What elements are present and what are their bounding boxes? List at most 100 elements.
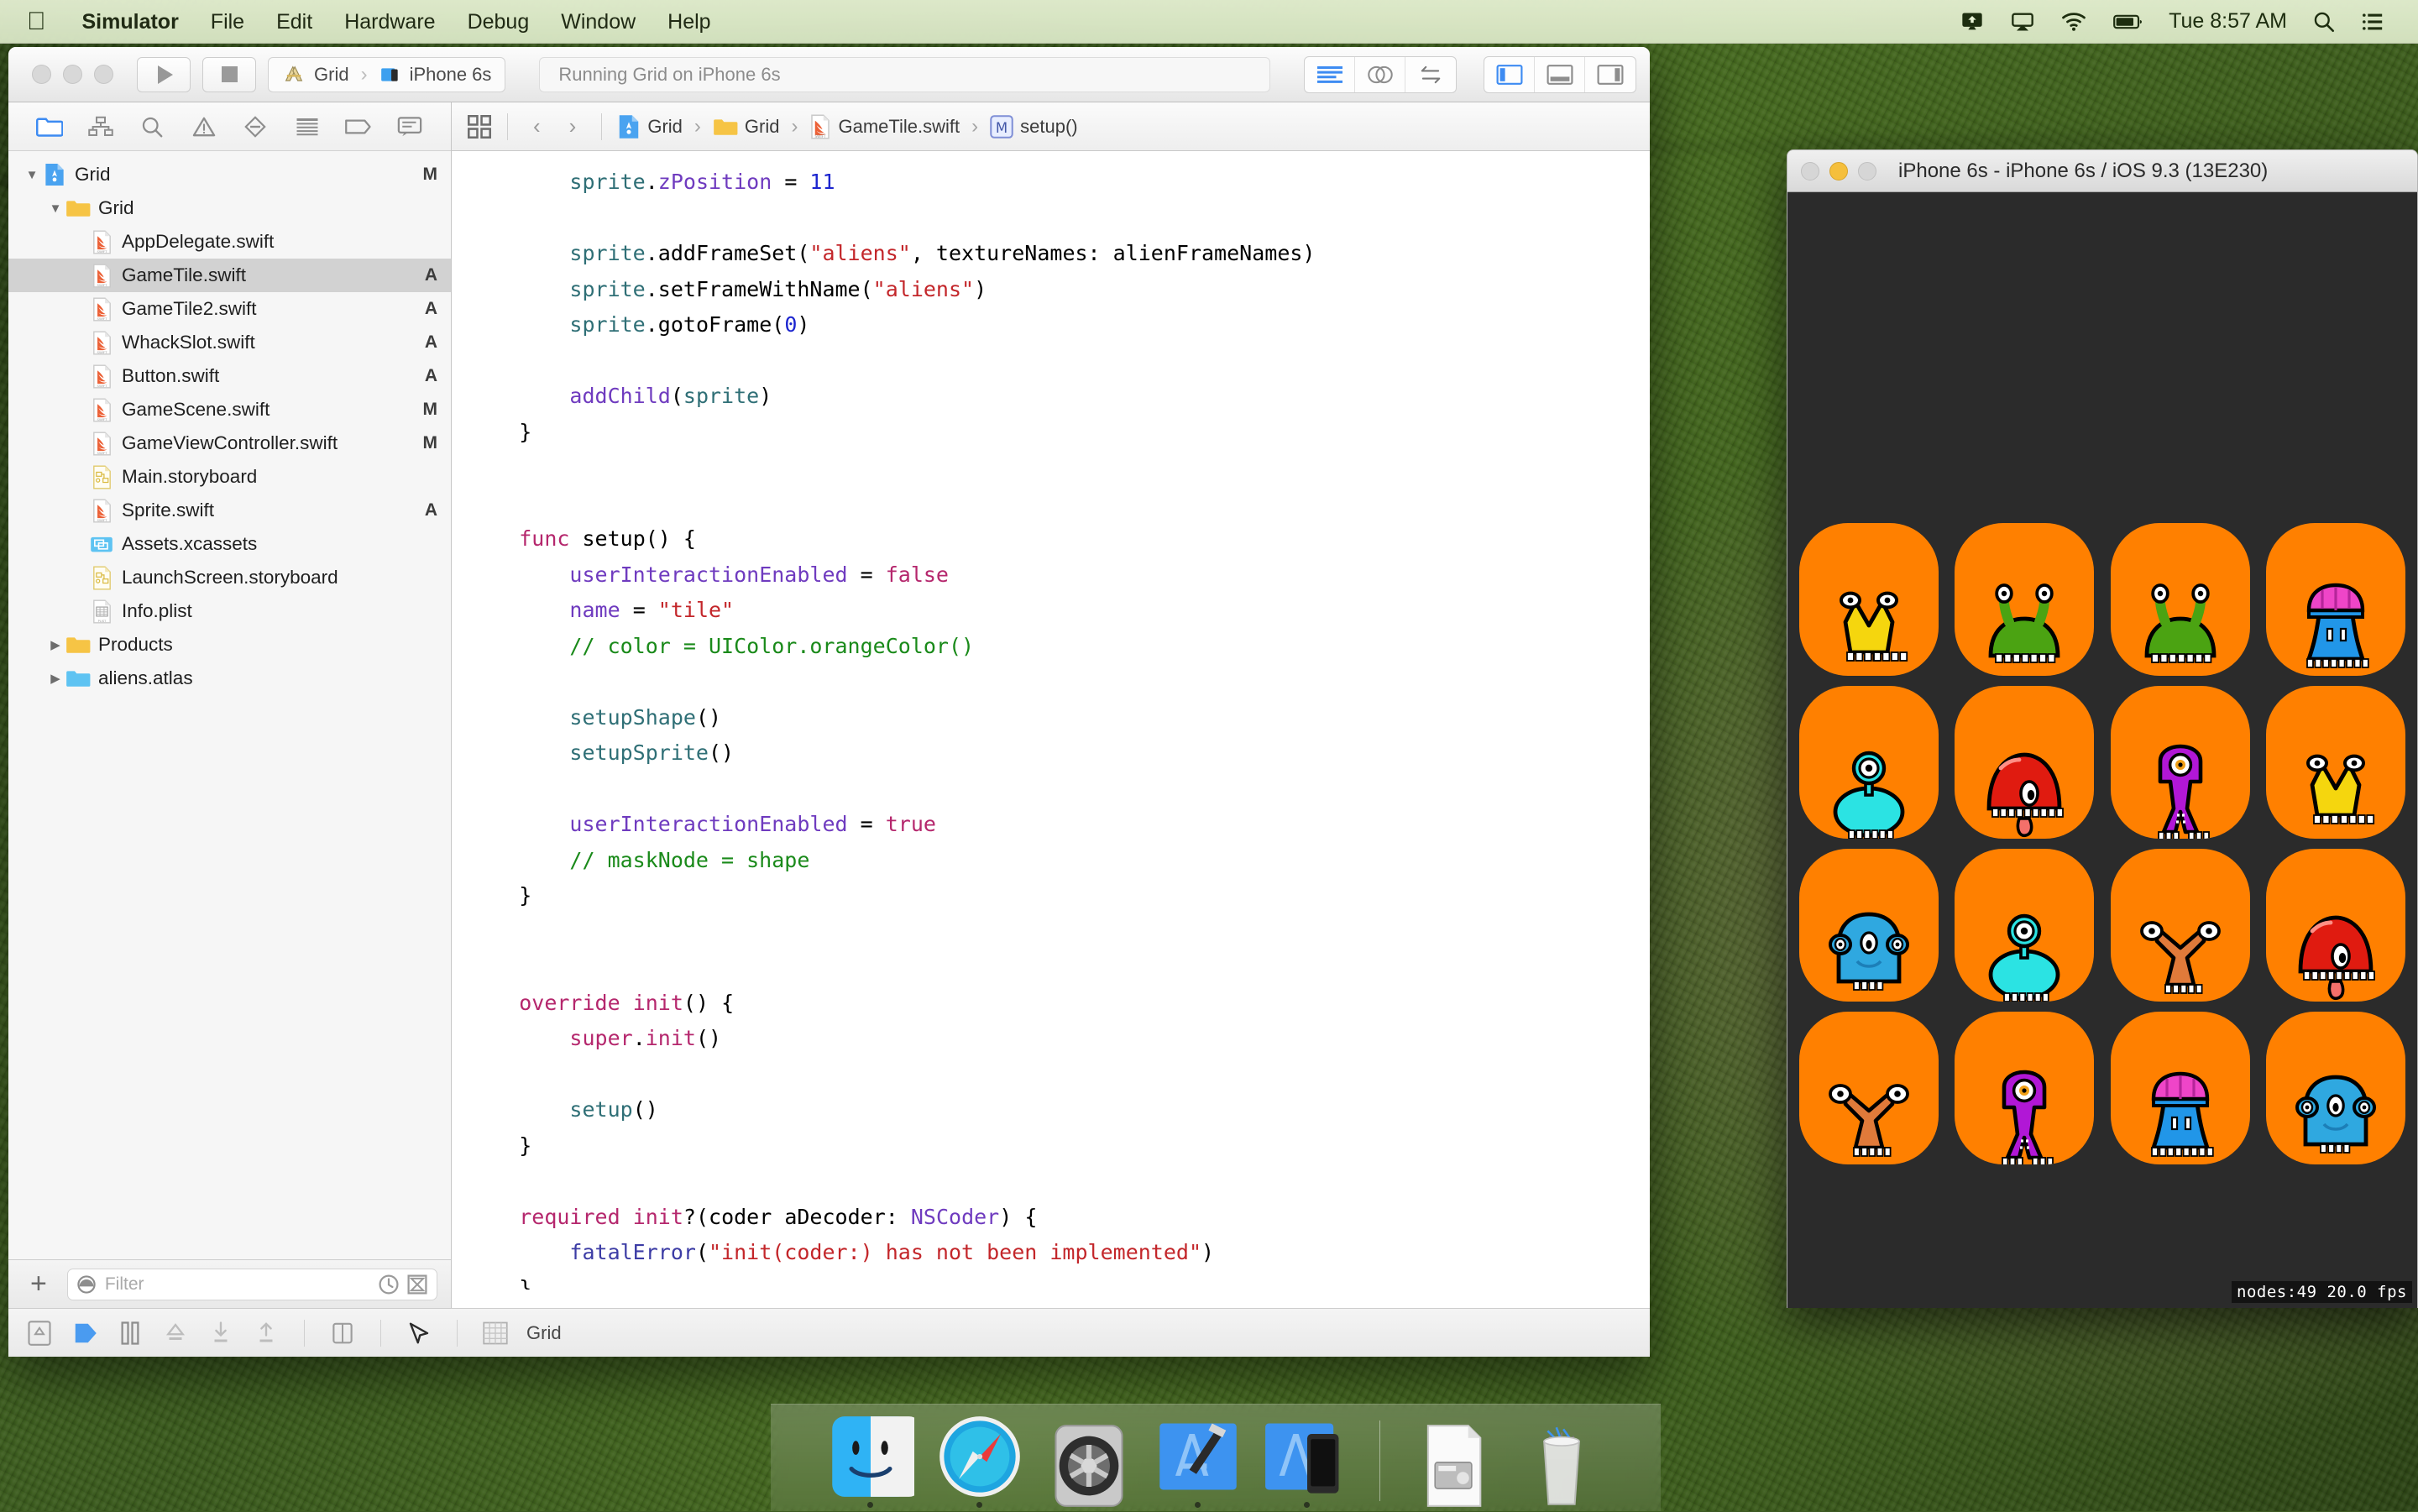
game-tile[interactable] — [1955, 523, 2094, 676]
disclosure-triangle-down[interactable]: ▼ — [45, 201, 65, 216]
menu-item-help[interactable]: Help — [652, 0, 726, 44]
tile-cell[interactable] — [2102, 518, 2258, 681]
standard-editor-button[interactable] — [1305, 57, 1355, 92]
game-tile[interactable] — [1955, 686, 2094, 839]
hide-debug-area-icon[interactable] — [25, 1319, 54, 1347]
dock-item-finder[interactable] — [825, 1414, 916, 1508]
tile-cell[interactable] — [2258, 1007, 2415, 1169]
version-editor-button[interactable] — [1405, 57, 1456, 92]
game-tile[interactable] — [1799, 686, 1939, 839]
file-row-button-swift[interactable]: SWIFTButton.swiftA — [8, 359, 451, 393]
assistant-editor-button[interactable] — [1355, 57, 1405, 92]
view-debugging-icon[interactable] — [328, 1319, 357, 1347]
file-row-gametile-swift[interactable]: SWIFTGameTile.swiftA — [8, 259, 451, 292]
tile-cell[interactable] — [1947, 681, 2103, 844]
dock-item-system-preferences[interactable] — [1044, 1414, 1134, 1508]
tile-cell[interactable] — [2258, 844, 2415, 1007]
game-tile[interactable] — [2266, 1012, 2405, 1164]
breadcrumb[interactable]: Grid › Grid › SWIFT GameTile.swift › — [617, 114, 1077, 139]
game-tile[interactable] — [2111, 849, 2250, 1002]
step-over-icon[interactable] — [161, 1319, 190, 1347]
game-tile[interactable] — [1955, 1012, 2094, 1164]
game-tile[interactable] — [1799, 523, 1939, 676]
scheme-selector[interactable]: Grid › iPhone 6s — [268, 57, 505, 92]
add-file-button[interactable]: + — [22, 1273, 55, 1295]
tile-cell[interactable] — [2258, 681, 2415, 844]
dock-item-trash[interactable] — [1516, 1414, 1607, 1508]
zoom-button[interactable] — [94, 65, 113, 84]
disclosure-triangle-right[interactable]: ▶ — [45, 671, 65, 686]
wifi-icon[interactable] — [2048, 0, 2100, 44]
symbol-navigator-tab[interactable] — [83, 111, 118, 143]
game-tile[interactable] — [2111, 523, 2250, 676]
report-navigator-tab[interactable] — [392, 111, 427, 143]
file-row-main-storyboard[interactable]: Main.storyboard — [8, 460, 451, 494]
tile-cell[interactable] — [1791, 1007, 1947, 1169]
location-simulate-icon[interactable] — [405, 1319, 433, 1347]
game-tile[interactable] — [2266, 849, 2405, 1002]
airplay-icon[interactable] — [1997, 0, 2048, 44]
tile-cell[interactable] — [2102, 844, 2258, 1007]
step-out-icon[interactable] — [252, 1319, 280, 1347]
menu-item-edit[interactable]: Edit — [260, 0, 328, 44]
disclosure-triangle-right[interactable]: ▶ — [45, 637, 65, 652]
file-row-sprite-swift[interactable]: SWIFTSprite.swiftA — [8, 494, 451, 527]
file-row-info-plist[interactable]: PLISTInfo.plist — [8, 594, 451, 628]
game-tile[interactable] — [2111, 1012, 2250, 1164]
step-into-icon[interactable] — [207, 1319, 235, 1347]
menu-item-file[interactable]: File — [195, 0, 260, 44]
tile-cell[interactable] — [2102, 1007, 2258, 1169]
filter-modified-icon[interactable] — [406, 1274, 428, 1295]
game-tile[interactable] — [2266, 523, 2405, 676]
search-icon[interactable] — [2299, 0, 2348, 44]
game-tile[interactable] — [2266, 686, 2405, 839]
dock-item-disk-image[interactable] — [1407, 1414, 1498, 1508]
tile-cell[interactable] — [1791, 681, 1947, 844]
notification-center-icon[interactable] — [2348, 0, 2398, 44]
tile-cell[interactable] — [1791, 844, 1947, 1007]
pause-icon[interactable] — [116, 1319, 144, 1347]
dock-item-xcode[interactable] — [1153, 1414, 1243, 1508]
related-items-icon[interactable] — [467, 115, 492, 139]
clock-icon[interactable] — [378, 1274, 400, 1295]
game-tile[interactable] — [2111, 686, 2250, 839]
navigator-toggle-button[interactable] — [1484, 57, 1535, 92]
dock-item-safari[interactable] — [934, 1414, 1025, 1508]
file-row-grid[interactable]: ▼GridM — [8, 158, 451, 191]
test-navigator-tab[interactable] — [238, 111, 273, 143]
stop-button[interactable] — [202, 57, 256, 92]
file-row-whackslot-swift[interactable]: SWIFTWhackSlot.swiftA — [8, 326, 451, 359]
file-row-products[interactable]: ▶Products — [8, 628, 451, 662]
simulator-screen[interactable]: nodes:49 20.0 fps — [1787, 192, 2417, 1308]
close-button[interactable] — [32, 65, 51, 84]
run-button[interactable] — [137, 57, 191, 92]
breakpoint-navigator-tab[interactable] — [341, 111, 376, 143]
file-row-assets-xcassets[interactable]: Assets.xcassets — [8, 527, 451, 561]
utilities-toggle-button[interactable] — [1585, 57, 1636, 92]
menu-item-debug[interactable]: Debug — [452, 0, 546, 44]
tile-cell[interactable] — [1791, 518, 1947, 681]
game-tile[interactable] — [1955, 849, 2094, 1002]
project-navigator-tab[interactable] — [32, 111, 67, 143]
tile-cell[interactable] — [1947, 1007, 2103, 1169]
apple-logo-icon[interactable]:  — [18, 0, 66, 44]
tile-cell[interactable] — [1947, 844, 2103, 1007]
simulator-title-bar[interactable]: iPhone 6s - iPhone 6s / iOS 9.3 (13E230) — [1787, 150, 2417, 192]
close-button[interactable] — [1801, 162, 1819, 180]
minimize-button[interactable] — [1829, 162, 1848, 180]
tile-cell[interactable] — [2102, 681, 2258, 844]
menu-item-hardware[interactable]: Hardware — [328, 0, 451, 44]
file-row-gameviewcontroller-swift[interactable]: SWIFTGameViewController.swiftM — [8, 426, 451, 460]
game-tile[interactable] — [1799, 849, 1939, 1002]
issue-navigator-tab[interactable] — [186, 111, 222, 143]
back-chevron-icon[interactable]: ‹ — [523, 113, 551, 139]
file-row-grid[interactable]: ▼Grid — [8, 191, 451, 225]
file-row-gamescene-swift[interactable]: SWIFTGameScene.swiftM — [8, 393, 451, 426]
zoom-button[interactable] — [1858, 162, 1876, 180]
screen-sharing-icon[interactable] — [1947, 0, 1997, 44]
file-row-launchscreen-storyboard[interactable]: LaunchScreen.storyboard — [8, 561, 451, 594]
menu-bar-clock[interactable]: Tue 8:57 AM — [2157, 9, 2299, 34]
game-tile[interactable] — [1799, 1012, 1939, 1164]
continue-icon[interactable] — [71, 1319, 99, 1347]
menu-item-window[interactable]: Window — [545, 0, 652, 44]
